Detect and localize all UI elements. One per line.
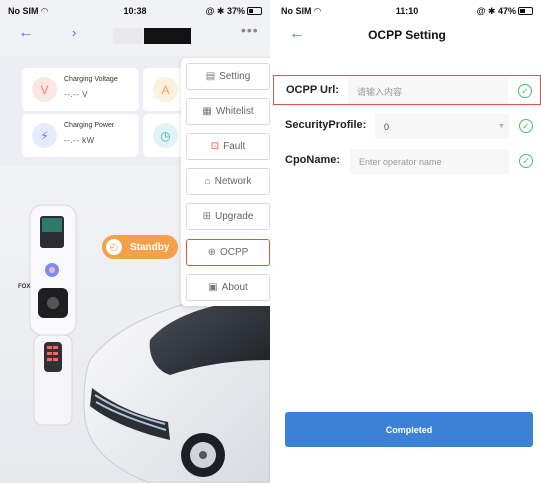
card-current: A (143, 68, 183, 111)
voltage-icon: V (32, 77, 57, 102)
redacted-block (144, 28, 191, 44)
top-nav: ← › ••• (0, 22, 270, 46)
ocpp-url-label: OCPP Url: (286, 84, 339, 96)
menu-item-fault[interactable]: ⊡ Fault (186, 133, 270, 160)
cpo-name-label: CpoName: (285, 154, 341, 166)
battery-icon (518, 7, 533, 15)
status-bar: No SIM ◠ 11:10 @ ✱ 47% (273, 0, 541, 22)
right-screen: No SIM ◠ 11:10 @ ✱ 47% ← OCPP Setting OC… (273, 0, 541, 483)
battery-indicator: @ ✱ 47% (477, 6, 533, 17)
settings-dropdown-menu: ▤ Setting ▦ Whitelist ⊡ Fault ⌂ Network ⊞ Upg… (181, 58, 270, 306)
more-dots-icon[interactable]: ••• (241, 22, 259, 38)
about-icon: ▣ (208, 282, 218, 293)
card-value: --.-- V (64, 90, 88, 99)
page-title: OCPP Setting (368, 28, 446, 42)
menu-item-label: Setting (219, 71, 251, 82)
security-profile-label: SecurityProfile: (285, 119, 367, 131)
network-icon: ⌂ (204, 176, 211, 187)
card-charging-power: ⚡ Charging Power --.-- kW (22, 114, 139, 157)
security-profile-row: SecurityProfile: 0 ▼ ✓ (273, 111, 541, 141)
battery-indicator: @ ✱ 37% (206, 6, 262, 17)
menu-item-upgrade[interactable]: ⊞ Upgrade (186, 203, 270, 230)
stage: No SIM ◠ 10:38 @ ✱ 37% ← › ••• V Chargin… (0, 0, 541, 483)
card-label: Charging Power (64, 122, 115, 129)
menu-item-label: OCPP (220, 247, 249, 258)
charger-station (29, 204, 77, 426)
menu-item-label: Fault (223, 141, 246, 152)
card-charging-voltage: V Charging Voltage --.-- V (22, 68, 139, 111)
check-circle-icon: ✓ (519, 119, 533, 133)
menu-item-network[interactable]: ⌂ Network (186, 168, 270, 195)
standby-icon: ◴ (106, 239, 122, 255)
battery-icon (247, 7, 262, 15)
whitelist-icon: ▦ (202, 106, 212, 117)
ocpp-url-input[interactable]: 请输入内容 (348, 79, 508, 104)
menu-item-ocpp[interactable]: ⊕ OCPP (186, 239, 270, 266)
menu-item-whitelist[interactable]: ▦ Whitelist (186, 98, 270, 125)
check-circle-icon: ✓ (518, 84, 532, 98)
redacted-block (113, 28, 143, 44)
chevron-right-icon[interactable]: › (72, 25, 76, 40)
security-profile-value: 0 (384, 121, 390, 132)
cpo-name-input[interactable]: Enter operator name (350, 149, 509, 174)
standby-status-button[interactable]: ◴ Standby (102, 235, 178, 259)
upgrade-icon: ⊞ (202, 211, 212, 222)
arrow-left-icon[interactable]: ← (18, 24, 34, 42)
status-bar: No SIM ◠ 10:38 @ ✱ 37% (0, 0, 270, 22)
menu-item-about[interactable]: ▣ About (186, 274, 270, 301)
left-screen: No SIM ◠ 10:38 @ ✱ 37% ← › ••• V Chargin… (0, 0, 270, 483)
clock-icon: ◷ (153, 123, 178, 148)
caret-down-icon: ▼ (498, 123, 505, 130)
standby-label: Standby (130, 241, 170, 253)
menu-item-label: Network (214, 176, 252, 187)
fault-icon: ⊡ (210, 141, 220, 152)
current-icon: A (153, 77, 178, 102)
charger-brand-label: FOX (18, 284, 30, 290)
top-nav: ← OCPP Setting (273, 24, 541, 48)
power-icon: ⚡ (32, 123, 57, 148)
cpo-name-row: CpoName: Enter operator name ✓ (273, 146, 541, 176)
completed-button[interactable]: Completed (285, 412, 533, 447)
menu-item-label: About (221, 282, 248, 293)
ocpp-url-row: OCPP Url: 请输入内容 ✓ (273, 75, 541, 105)
card-time: ◷ (143, 114, 183, 157)
check-circle-icon: ✓ (519, 154, 533, 168)
menu-item-label: Upgrade (215, 211, 254, 222)
card-label: Charging Voltage (64, 76, 118, 83)
setting-icon: ▤ (205, 71, 216, 82)
menu-item-label: Whitelist (215, 106, 254, 117)
card-value: --.-- kW (64, 136, 95, 145)
security-profile-select[interactable]: 0 (375, 114, 509, 139)
menu-item-setting[interactable]: ▤ Setting (186, 63, 270, 90)
globe-icon: ⊕ (207, 247, 217, 258)
